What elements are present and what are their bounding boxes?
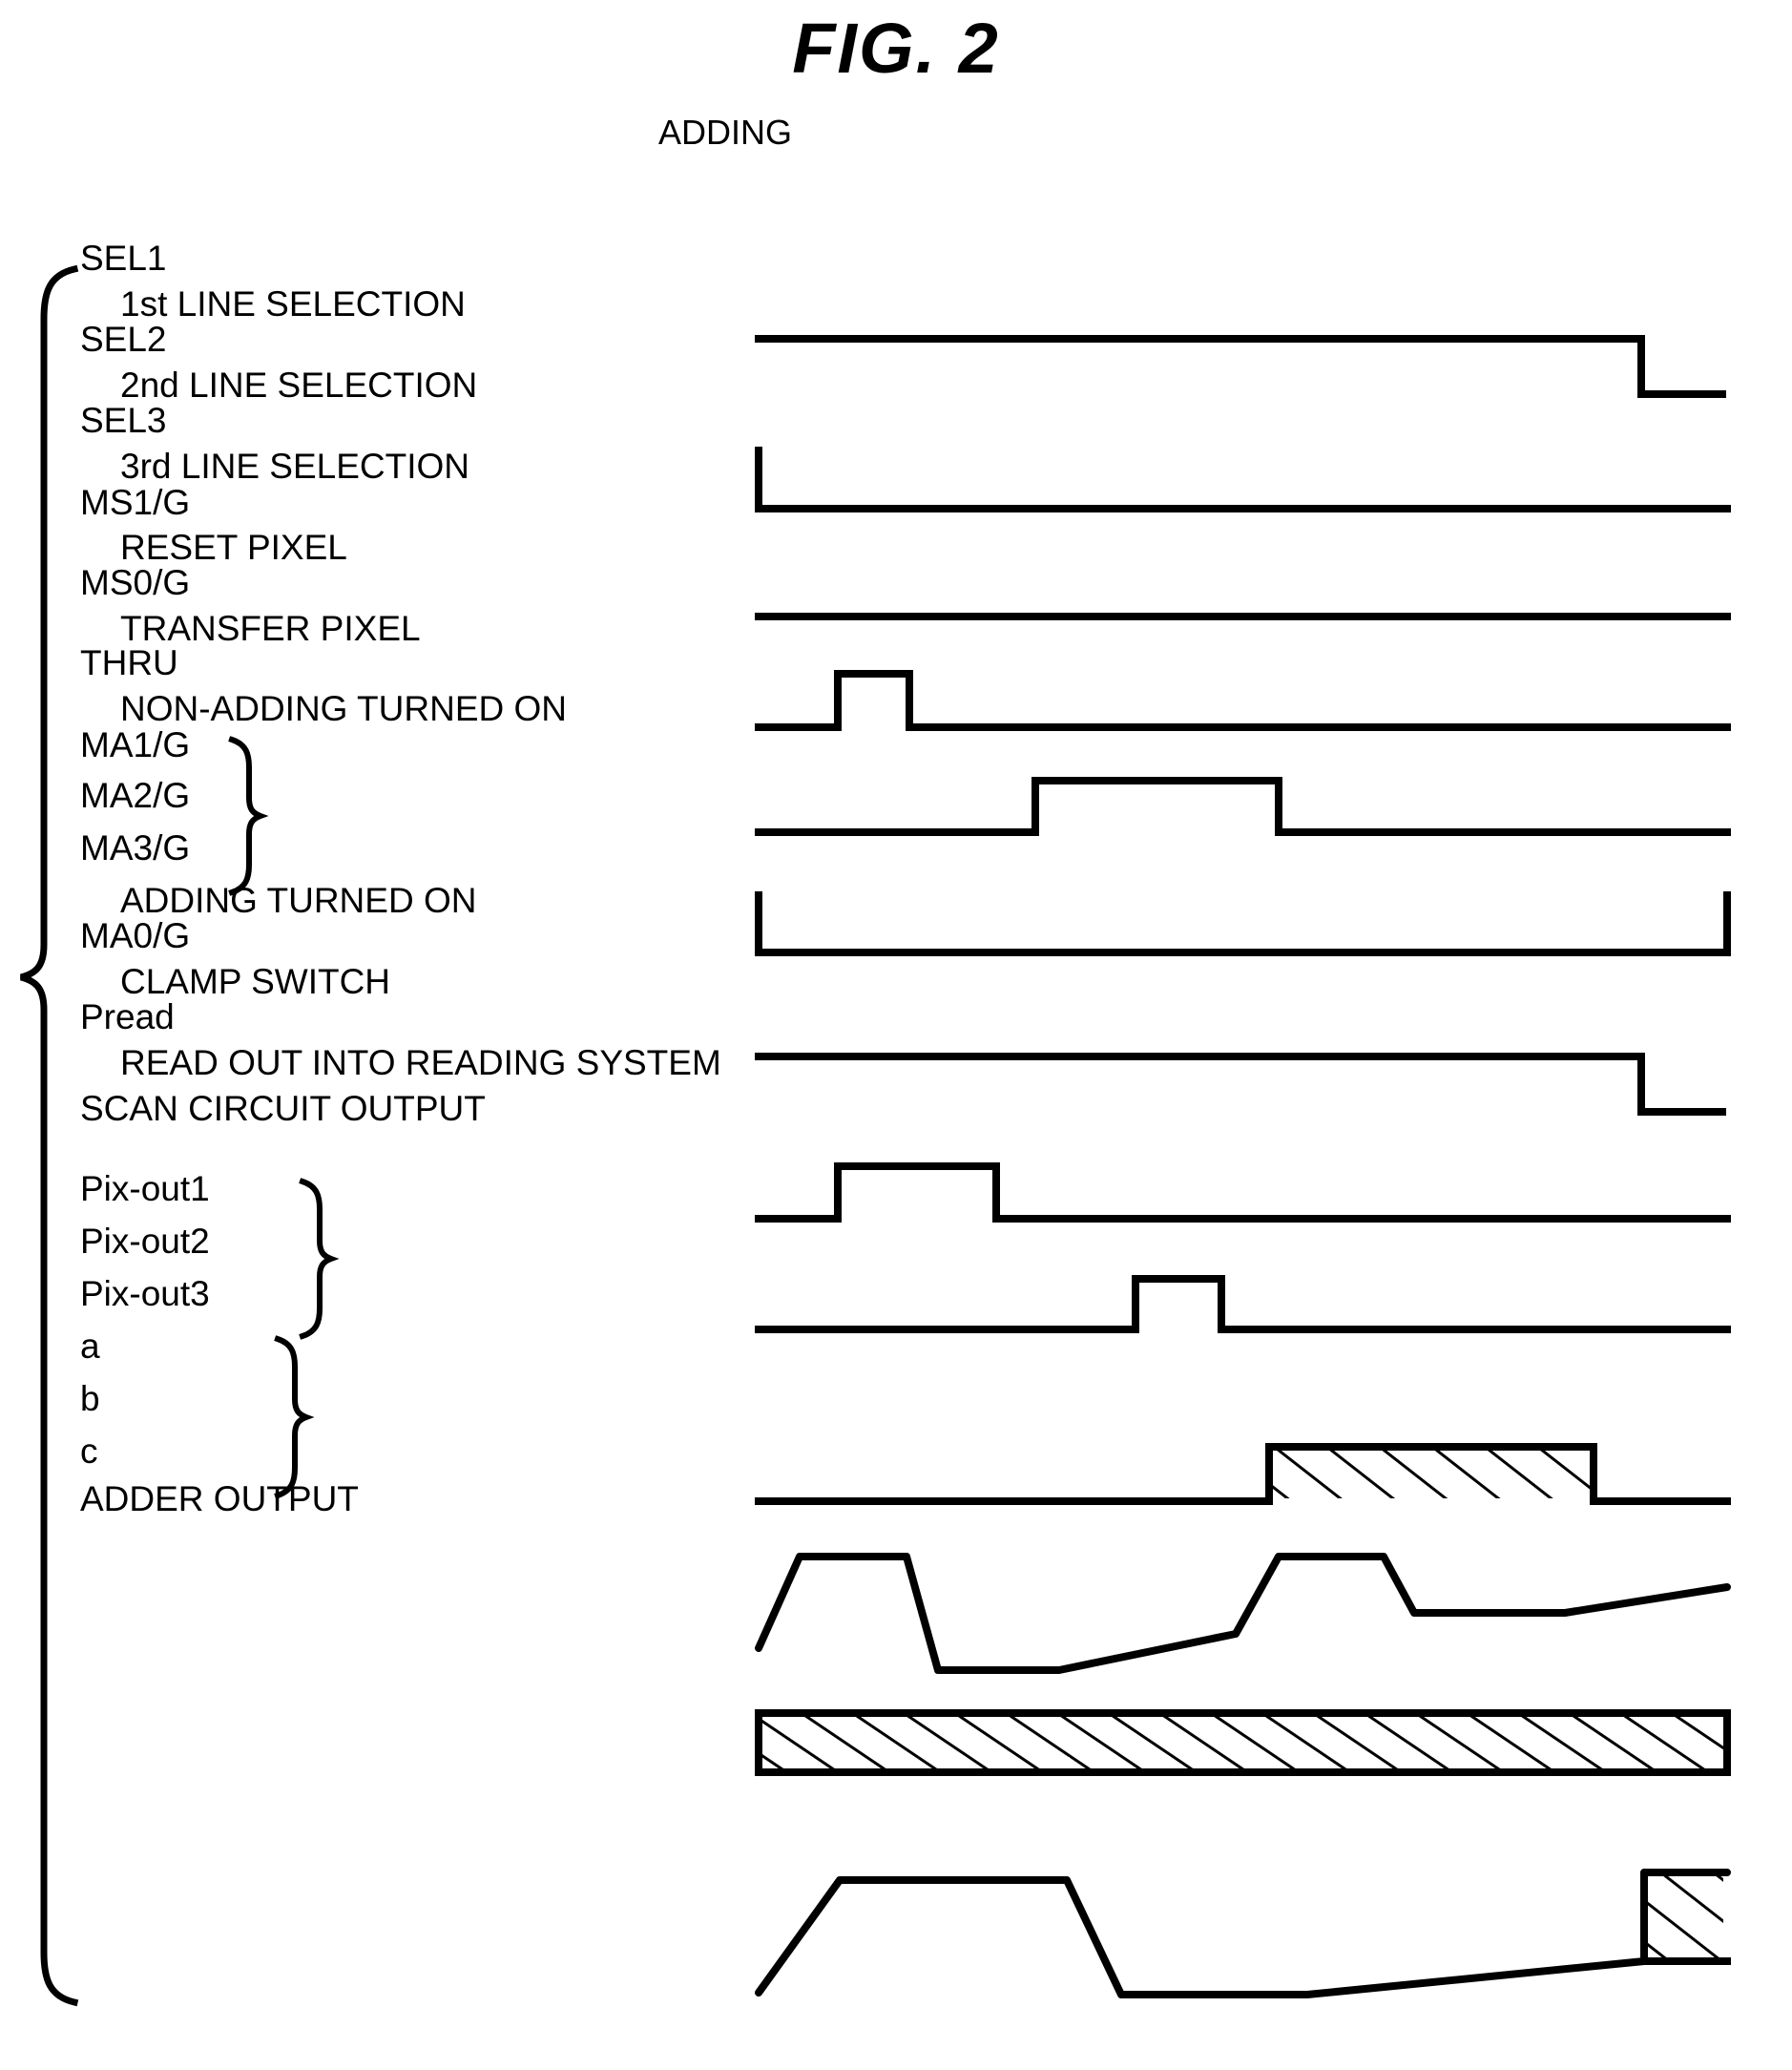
waveform-adder-output bbox=[755, 1869, 1731, 1998]
waveform-sel1 bbox=[755, 335, 1726, 398]
waveform-ms1g bbox=[755, 670, 1731, 731]
scan-output-hatch-fill bbox=[1273, 1451, 1590, 1498]
outer-group-brace bbox=[20, 264, 79, 2007]
waveform-ma-group bbox=[755, 1053, 1726, 1116]
figure-root: FIG. 2 ADDING SEL1 1st LINE SELECTION SE… bbox=[0, 0, 1792, 2070]
waveform-sel2 bbox=[755, 447, 1731, 512]
waveform-ma0g bbox=[755, 1162, 1731, 1223]
waveform-ms0g bbox=[755, 777, 1731, 836]
abc-group-brace bbox=[274, 1335, 315, 1499]
adder-tail-hatch-fill bbox=[1648, 1876, 1723, 1957]
ma-group-brace bbox=[228, 736, 269, 896]
pixout-group-brace bbox=[299, 1178, 340, 1340]
timing-diagram-canvas bbox=[20, 264, 1731, 2007]
waveform-pread bbox=[755, 1275, 1731, 1333]
waveform-pixout bbox=[755, 1553, 1731, 1674]
abc-band-hatch-fill bbox=[762, 1717, 1723, 1768]
waveform-thru bbox=[755, 891, 1731, 956]
